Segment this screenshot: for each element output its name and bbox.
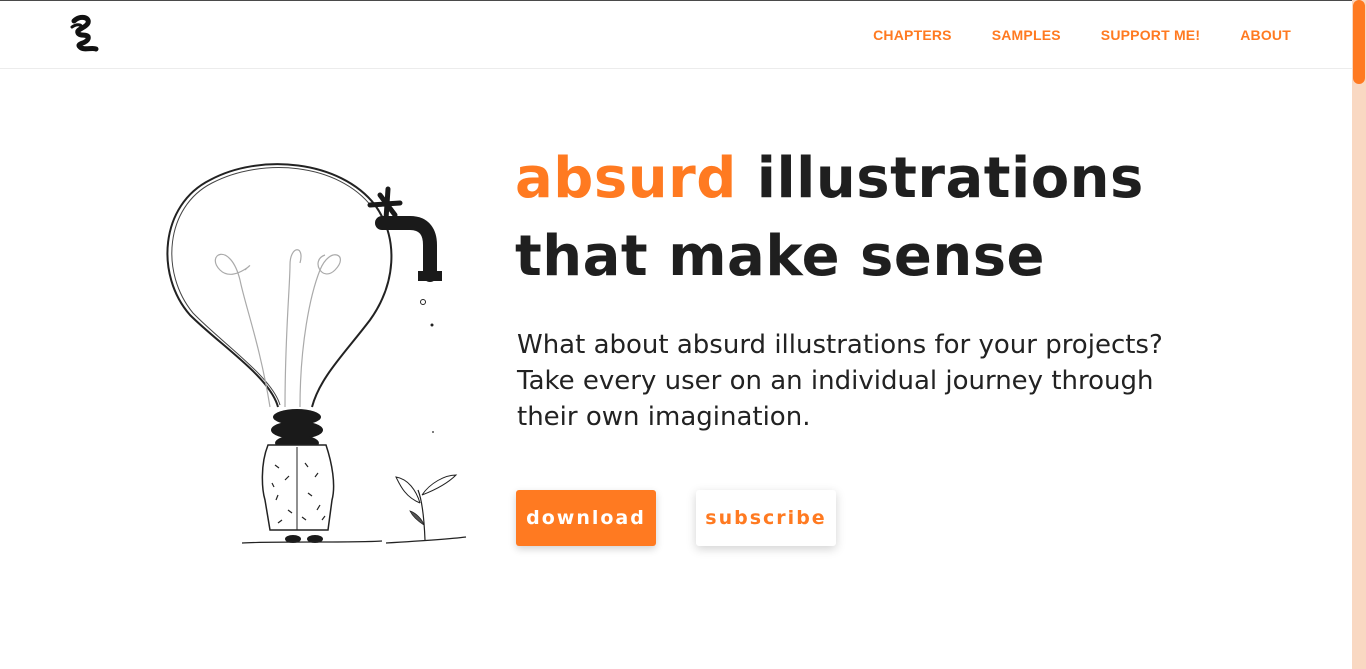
headline-accent-word: absurd — [515, 146, 737, 211]
nav-item-about[interactable]: ABOUT — [1240, 27, 1291, 43]
scribble-logo-icon[interactable] — [68, 13, 102, 55]
hero-description-line2: Take every user on an individual journey… — [517, 366, 1154, 396]
hero-description: What about absurd illustrations for your… — [517, 327, 1217, 435]
lightbulb-person-illustration — [150, 145, 480, 555]
nav-item-chapters[interactable]: CHAPTERS — [873, 27, 952, 43]
subscribe-button[interactable]: subscribe — [696, 490, 836, 546]
vertical-scrollbar[interactable] — [1352, 0, 1366, 669]
headline-line1-rest: illustrations — [736, 146, 1144, 211]
scrollbar-thumb[interactable] — [1353, 0, 1365, 84]
hero-headline: absurd illustrations that make sense — [515, 140, 1155, 296]
nav-item-support-me[interactable]: SUPPORT ME! — [1101, 27, 1200, 43]
main-nav: CHAPTERS SAMPLES SUPPORT ME! ABOUT — [833, 27, 1291, 43]
headline-line2: that make sense — [515, 224, 1046, 289]
hero-description-line1: What about absurd illustrations for your… — [517, 330, 1163, 360]
top-navbar: CHAPTERS SAMPLES SUPPORT ME! ABOUT — [0, 1, 1352, 69]
hero-description-line3: their own imagination. — [517, 402, 811, 432]
nav-item-samples[interactable]: SAMPLES — [992, 27, 1061, 43]
download-button[interactable]: download — [516, 490, 656, 546]
